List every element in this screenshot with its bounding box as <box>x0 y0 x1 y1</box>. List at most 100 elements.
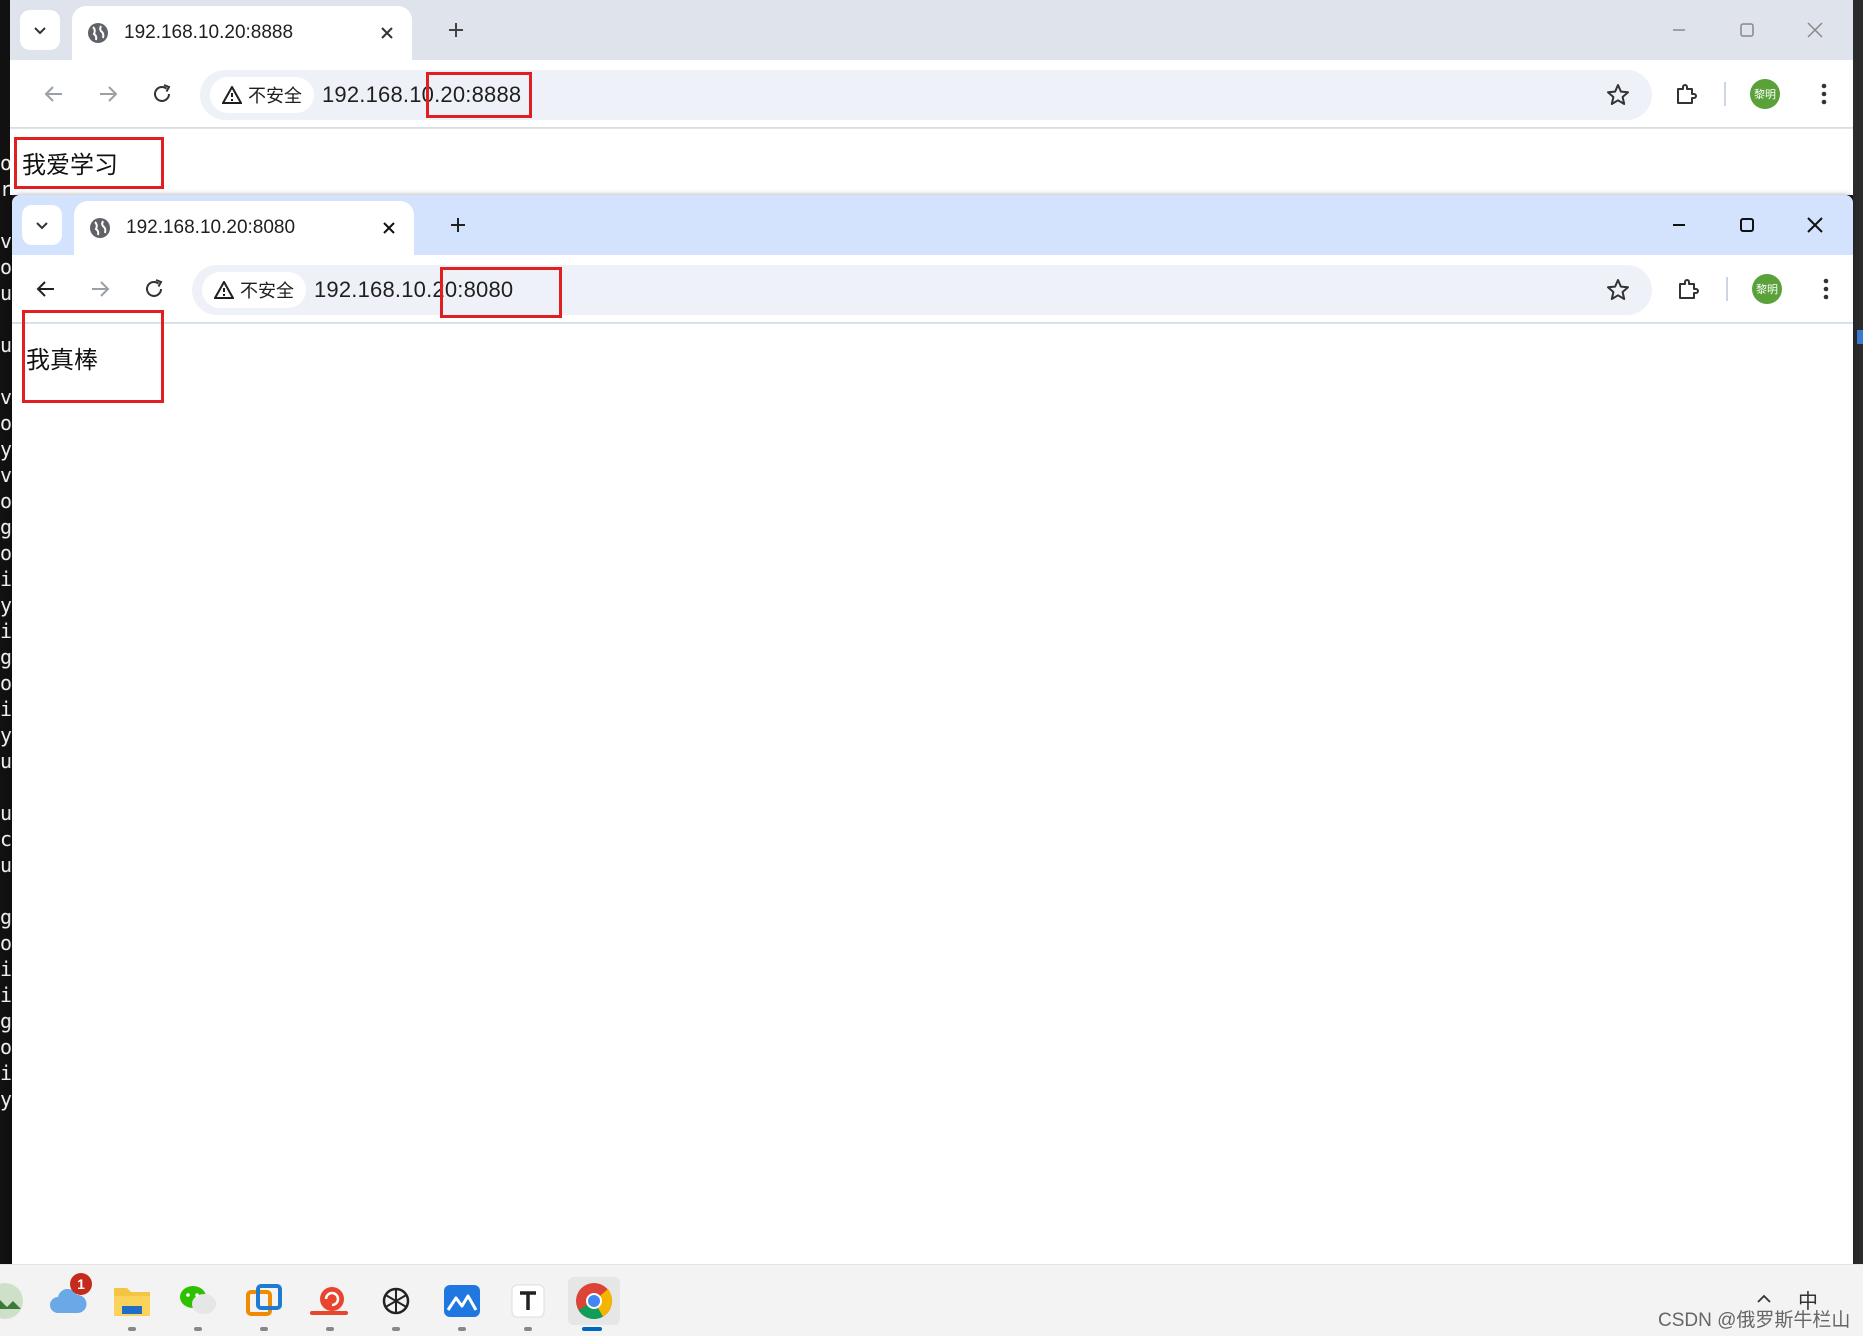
close-tab-button[interactable] <box>374 20 400 46</box>
terminal-char: g <box>0 645 12 669</box>
plus-icon <box>451 218 465 232</box>
terminal-char: v <box>0 229 12 253</box>
tab-search-button[interactable] <box>20 10 60 50</box>
maximize-button[interactable] <box>1727 10 1767 50</box>
terminal-char: y <box>0 593 12 617</box>
warning-icon <box>214 281 234 299</box>
warning-icon <box>222 86 242 104</box>
security-indicator[interactable]: 不安全 <box>202 272 306 308</box>
maximize-icon <box>1740 23 1754 37</box>
browser-window-front[interactable]: 192.168.10.20:8080 不安全 192.168.10.20:808… <box>12 195 1853 1264</box>
annotation-box-port <box>440 267 562 318</box>
running-indicator <box>260 1327 268 1331</box>
forward-button[interactable] <box>88 74 128 114</box>
terminal-char: g <box>0 515 12 539</box>
plus-icon <box>449 23 463 37</box>
tab-active[interactable]: 192.168.10.20:8888 <box>72 6 412 60</box>
star-icon <box>1607 84 1629 105</box>
background-window-edge <box>1853 0 1863 1264</box>
security-label: 不安全 <box>240 281 294 301</box>
address-bar[interactable]: 不安全 192.168.10.20:8080 <box>192 265 1652 315</box>
forward-button[interactable] <box>80 269 120 309</box>
arrow-right-icon <box>92 281 110 297</box>
reload-icon <box>154 84 171 102</box>
tab-strip: 192.168.10.20:8080 <box>12 195 1853 255</box>
terminal-char: i <box>0 619 12 643</box>
taskbar-weather-app[interactable]: 1 <box>44 1273 92 1325</box>
browser-window-back[interactable]: 192.168.10.20:8888 不安全 192.168.10.20:888… <box>10 0 1853 195</box>
close-window-button[interactable] <box>1795 10 1835 50</box>
terminal-char: o <box>0 931 12 955</box>
profile-avatar[interactable]: 黎明 <box>1752 274 1782 304</box>
taskbar-whiteboard-app[interactable] <box>438 1277 486 1331</box>
running-indicator <box>128 1327 136 1331</box>
browser-toolbar: 不安全 192.168.10.20:8888 黎明 <box>10 60 1853 128</box>
terminal-char: i <box>0 567 12 591</box>
new-tab-button[interactable] <box>442 209 474 241</box>
terminal-char: o <box>0 255 12 279</box>
browser-menu-button[interactable] <box>1804 74 1844 114</box>
chevron-down-icon <box>34 27 46 35</box>
tab-active[interactable]: 192.168.10.20:8080 <box>74 201 414 255</box>
maximize-button[interactable] <box>1727 205 1767 245</box>
close-tab-button[interactable] <box>376 215 402 241</box>
terminal-char: v <box>0 385 12 409</box>
globe-icon <box>90 218 110 238</box>
arrow-left-icon <box>36 281 54 297</box>
taskbar: 1 中 CSDN @俄罗斯牛栏山 <box>0 1264 1863 1336</box>
chrome-icon <box>576 1283 613 1320</box>
tab-search-button[interactable] <box>22 205 62 245</box>
snail-icon <box>310 1287 348 1315</box>
reload-button[interactable] <box>134 269 174 309</box>
taskbar-wechat[interactable] <box>174 1277 222 1331</box>
running-indicator <box>326 1327 334 1331</box>
taskbar-file-explorer[interactable] <box>108 1277 156 1331</box>
annotation-box-text <box>22 310 164 403</box>
close-icon <box>1807 22 1823 38</box>
terminal-char: i <box>0 983 12 1007</box>
terminal-char: y <box>0 723 12 747</box>
bookmark-button[interactable] <box>1598 75 1638 115</box>
taskbar-vmware[interactable] <box>240 1277 288 1331</box>
profile-avatar[interactable]: 黎明 <box>1750 79 1780 109</box>
taskbar-typora[interactable] <box>504 1277 552 1331</box>
terminal-char: o <box>0 671 12 695</box>
browser-toolbar: 不安全 192.168.10.20:8080 黎明 <box>12 255 1853 323</box>
browser-menu-button[interactable] <box>1806 269 1846 309</box>
minimize-icon <box>1673 29 1685 31</box>
page-content: 我爱学习 <box>10 129 1853 195</box>
terminal-char: v <box>0 463 12 487</box>
running-indicator <box>582 1327 602 1331</box>
terminal-char: i <box>0 1061 12 1085</box>
new-tab-button[interactable] <box>440 14 472 46</box>
address-bar[interactable]: 不安全 192.168.10.20:8888 <box>200 70 1652 120</box>
reload-button[interactable] <box>142 74 182 114</box>
extensions-button[interactable] <box>1666 74 1706 114</box>
start-widget-button[interactable] <box>0 1277 28 1325</box>
taskbar-chatgpt[interactable] <box>372 1277 420 1331</box>
page-content: 我真棒 <box>12 324 1853 1264</box>
running-indicator <box>392 1327 400 1331</box>
close-icon <box>1807 217 1823 233</box>
minimize-button[interactable] <box>1659 205 1699 245</box>
arrow-right-icon <box>100 86 118 102</box>
terminal-char: i <box>0 957 12 981</box>
minimize-button[interactable] <box>1659 10 1699 50</box>
close-window-button[interactable] <box>1795 205 1835 245</box>
taskbar-chrome[interactable] <box>568 1277 620 1331</box>
tab-strip: 192.168.10.20:8888 <box>10 0 1853 60</box>
chevron-up-icon <box>1757 1294 1771 1303</box>
back-button[interactable] <box>34 74 74 114</box>
bookmark-button[interactable] <box>1598 270 1638 310</box>
close-icon <box>381 27 393 39</box>
extensions-button[interactable] <box>1668 269 1708 309</box>
letter-t-icon <box>511 1284 545 1318</box>
tab-title: 192.168.10.20:8080 <box>126 217 296 238</box>
chevron-down-icon <box>36 222 48 230</box>
running-indicator <box>458 1327 466 1331</box>
back-button[interactable] <box>26 269 66 309</box>
security-indicator[interactable]: 不安全 <box>210 77 314 113</box>
minimize-icon <box>1673 224 1685 226</box>
globe-icon <box>88 23 108 43</box>
taskbar-snail-app[interactable] <box>306 1277 354 1331</box>
